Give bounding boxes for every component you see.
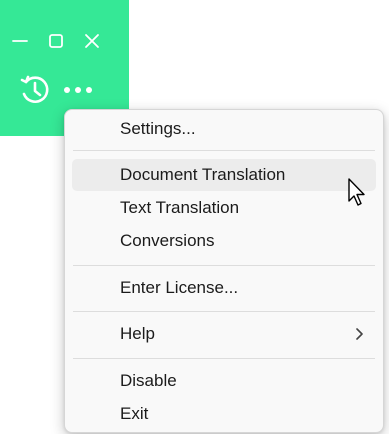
- menu-item-settings[interactable]: Settings...: [72, 113, 376, 145]
- menu-separator: [73, 358, 375, 359]
- menu-separator: [73, 265, 375, 266]
- menu-item-document-translation[interactable]: Document Translation: [72, 159, 376, 191]
- menu-item-label: Text Translation: [120, 198, 240, 217]
- close-icon[interactable]: [82, 31, 102, 51]
- menu-separator: [73, 150, 375, 151]
- menu-item-exit[interactable]: Exit: [72, 398, 376, 430]
- menu-item-label: Disable: [120, 371, 177, 390]
- menu-item-conversions[interactable]: Conversions: [72, 225, 376, 257]
- menu-item-enter-license[interactable]: Enter License...: [72, 272, 376, 304]
- menu-item-disable[interactable]: Disable: [72, 365, 376, 397]
- more-icon[interactable]: [62, 79, 96, 101]
- minimize-icon[interactable]: [10, 31, 30, 51]
- mouse-pointer-icon: [348, 178, 365, 206]
- menu-item-label: Help: [120, 324, 155, 343]
- menu-item-help[interactable]: Help: [72, 318, 376, 350]
- menu-item-label: Conversions: [120, 231, 215, 250]
- menu-item-label: Exit: [120, 404, 149, 423]
- history-icon[interactable]: [18, 73, 52, 107]
- menu-item-label: Document Translation: [120, 165, 286, 184]
- menu-item-text-translation[interactable]: Text Translation: [72, 192, 376, 224]
- menu-separator: [73, 311, 375, 312]
- chevron-right-icon: [356, 328, 363, 340]
- menu-item-label: Settings...: [120, 119, 196, 138]
- more-options-menu: Settings... Document Translation Text Tr…: [64, 109, 384, 433]
- maximize-icon[interactable]: [46, 31, 66, 51]
- menu-item-label: Enter License...: [120, 278, 239, 297]
